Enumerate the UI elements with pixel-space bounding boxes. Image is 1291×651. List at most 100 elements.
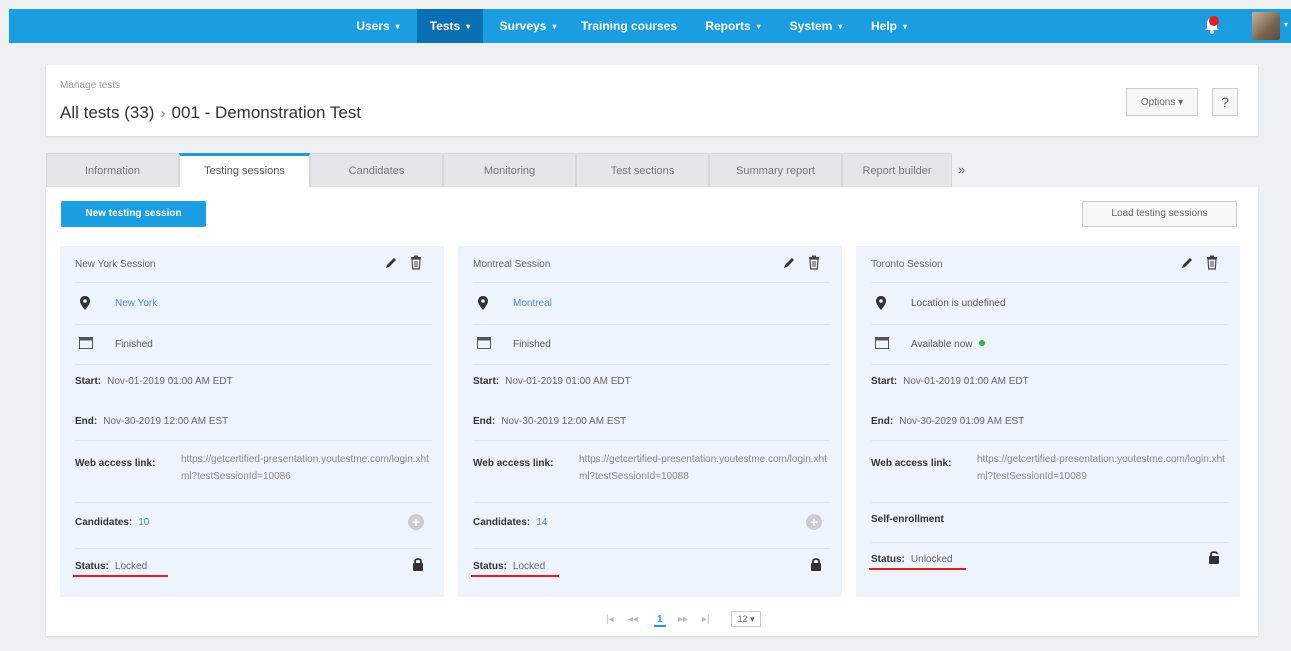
- tab-test-sections[interactable]: Test sections: [576, 153, 709, 187]
- page-header: Manage tests All tests (33) › 001 - Demons…: [46, 65, 1258, 136]
- pencil-icon[interactable]: [384, 256, 398, 270]
- tab-bar: Information Testing sessions Candidates …: [46, 153, 1258, 188]
- status-highlight-underline: [471, 575, 559, 577]
- notification-bell-icon[interactable]: [1203, 15, 1221, 35]
- web-access-link[interactable]: https://getcertified-presentation.youtes…: [181, 451, 431, 485]
- add-candidate-icon[interactable]: +: [408, 514, 424, 530]
- add-candidate-icon[interactable]: +: [806, 514, 822, 530]
- nav-reports-label: Reports: [705, 19, 751, 33]
- prev-page-button[interactable]: ◂◂: [628, 614, 638, 625]
- status-highlight-underline: [73, 575, 168, 577]
- breadcrumb-all-tests[interactable]: All tests (33): [60, 103, 154, 122]
- breadcrumb-separator: ›: [160, 105, 166, 122]
- session-status: Status: Locked: [473, 561, 545, 572]
- trash-icon[interactable]: [1206, 255, 1218, 270]
- session-end: End: Nov-30-2029 01:09 AM EST: [871, 416, 1024, 427]
- trash-icon[interactable]: [410, 255, 422, 270]
- web-access-link[interactable]: https://getcertified-presentation.youtes…: [579, 451, 829, 485]
- session-status: Status: Locked: [75, 561, 147, 572]
- session-card: Toronto Session Location is undefined Av…: [856, 246, 1240, 597]
- tab-monitoring[interactable]: Monitoring: [443, 153, 576, 187]
- tab-report-builder[interactable]: Report builder: [842, 153, 952, 187]
- status-highlight-underline: [869, 568, 966, 570]
- session-status: Status: Unlocked: [871, 554, 953, 565]
- chevron-down-icon: ▾: [756, 22, 761, 31]
- load-testing-sessions-button[interactable]: Load testing sessions: [1082, 201, 1237, 227]
- tab-information[interactable]: Information: [46, 153, 179, 187]
- chevron-down-icon: ▾: [903, 22, 908, 31]
- session-state-text: Available now: [911, 339, 973, 350]
- status-value: Unlocked: [910, 554, 953, 565]
- session-location-link[interactable]: Montreal: [513, 298, 552, 309]
- nav-system-label: System: [789, 19, 833, 33]
- page-size-select[interactable]: 12 ▾: [731, 611, 761, 627]
- page-1-button[interactable]: 1: [654, 614, 666, 627]
- session-end: End: Nov-30-2019 12:00 AM EST: [473, 416, 626, 427]
- user-avatar[interactable]: [1252, 12, 1280, 40]
- web-access-link[interactable]: https://getcertified-presentation.youtes…: [977, 451, 1227, 485]
- nav-surveys[interactable]: Surveys ▾: [491, 9, 565, 43]
- trash-icon[interactable]: [808, 255, 820, 270]
- lock-icon[interactable]: [810, 557, 822, 572]
- end-label: End:: [871, 416, 894, 427]
- candidates-count-link[interactable]: 10: [138, 517, 149, 528]
- status-value: Locked: [512, 561, 546, 572]
- lock-icon[interactable]: [412, 557, 424, 572]
- next-page-button[interactable]: ▸▸: [678, 614, 688, 625]
- chevron-down-icon[interactable]: ▾: [1284, 20, 1288, 29]
- calendar-icon: [477, 337, 491, 349]
- end-value: Nov-30-2019 12:00 AM EST: [103, 416, 229, 427]
- web-access-label: Web access link:: [75, 458, 156, 469]
- location-pin-icon: [478, 296, 488, 310]
- nav-system[interactable]: System ▾: [781, 9, 851, 43]
- nav-help[interactable]: Help ▾: [861, 9, 917, 43]
- web-access-label: Web access link:: [473, 458, 554, 469]
- candidates-count-link[interactable]: 14: [536, 517, 547, 528]
- first-page-button[interactable]: |◂: [606, 614, 614, 625]
- calendar-icon: [875, 337, 889, 349]
- end-value: Nov-30-2019 12:00 AM EST: [501, 416, 627, 427]
- top-navbar: Users ▾ Tests ▾ Surveys ▾ Training courses …: [9, 9, 1291, 43]
- status-label: Status:: [75, 561, 109, 572]
- unlock-icon[interactable]: [1208, 550, 1220, 565]
- breadcrumb-parent[interactable]: Manage tests: [60, 80, 120, 91]
- candidates-label: Candidates:: [75, 517, 133, 528]
- session-candidates: Candidates: 14: [473, 517, 547, 528]
- session-state: Finished: [513, 339, 551, 350]
- session-location-text: Location is undefined: [911, 298, 1006, 309]
- nav-users-label: Users: [356, 19, 390, 33]
- options-button[interactable]: Options ▾: [1126, 88, 1198, 116]
- tab-candidates[interactable]: Candidates: [310, 153, 443, 187]
- nav-users[interactable]: Users ▾: [345, 9, 411, 43]
- pencil-icon[interactable]: [782, 256, 796, 270]
- chevron-down-icon: ▾: [395, 22, 400, 31]
- new-testing-session-button[interactable]: New testing session: [61, 201, 206, 227]
- tab-summary-report[interactable]: Summary report: [709, 153, 842, 187]
- nav-reports[interactable]: Reports ▾: [697, 9, 769, 43]
- session-end: End: Nov-30-2019 12:00 AM EST: [75, 416, 228, 427]
- tab-testing-sessions[interactable]: Testing sessions: [179, 153, 310, 188]
- web-access-label: Web access link:: [871, 458, 952, 469]
- more-tabs-button[interactable]: »: [958, 153, 965, 187]
- session-state: Finished: [115, 339, 153, 350]
- last-page-button[interactable]: ▸|: [702, 614, 710, 625]
- breadcrumb-current: 001 - Demonstration Test: [171, 103, 362, 122]
- location-pin-icon: [876, 296, 886, 310]
- page-title: All tests (33) › 001 - Demonstration Test: [60, 103, 361, 123]
- nav-surveys-label: Surveys: [499, 19, 547, 33]
- nav-training-courses[interactable]: Training courses: [575, 9, 683, 43]
- session-candidates: Candidates: 10: [75, 517, 149, 528]
- end-value: Nov-30-2029 01:09 AM EST: [899, 416, 1025, 427]
- available-status-dot: [978, 340, 985, 346]
- testing-sessions-panel: New testing session Load testing session…: [46, 187, 1258, 636]
- status-label: Status:: [473, 561, 507, 572]
- chevron-down-icon: ▾: [466, 22, 471, 31]
- nav-tests-label: Tests: [429, 19, 461, 33]
- session-title: Montreal Session: [473, 259, 551, 270]
- chevron-down-icon: ▾: [552, 22, 557, 31]
- nav-tests[interactable]: Tests ▾: [417, 9, 483, 43]
- pencil-icon[interactable]: [1180, 256, 1194, 270]
- end-label: End:: [473, 416, 496, 427]
- session-location-link[interactable]: New York: [115, 298, 157, 309]
- help-button[interactable]: ?: [1212, 88, 1238, 116]
